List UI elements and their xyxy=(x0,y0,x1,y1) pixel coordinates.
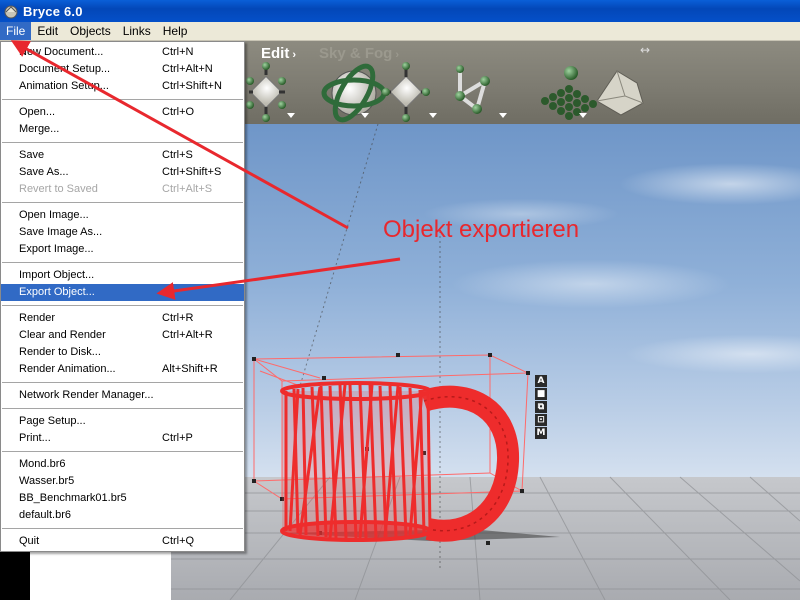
arrow-to-file-menu xyxy=(10,40,349,230)
arrow-to-export-object xyxy=(156,257,401,300)
annotation-arrows xyxy=(10,40,401,300)
